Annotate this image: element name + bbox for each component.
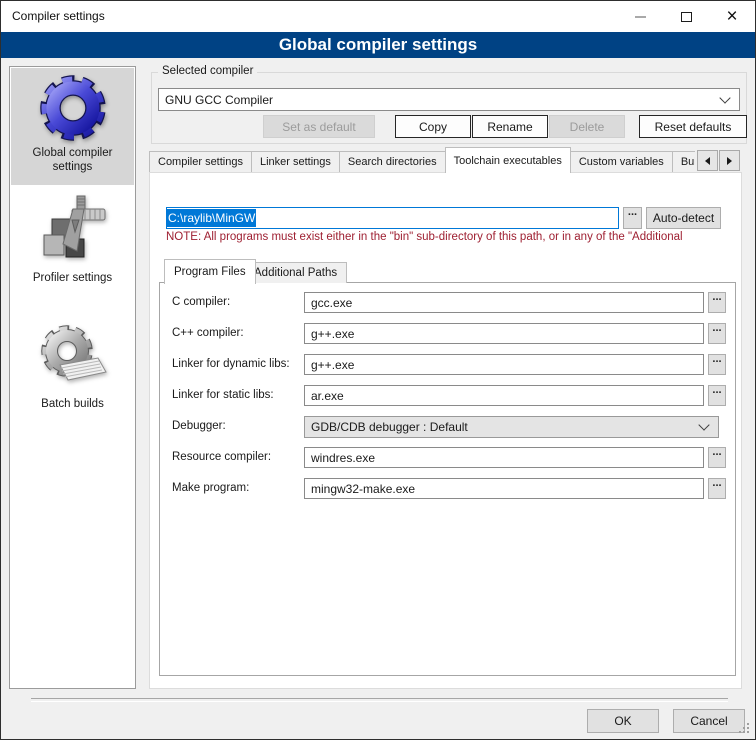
resource-compiler-label: Resource compiler:	[172, 447, 304, 468]
tab-linker-settings[interactable]: Linker settings	[251, 151, 340, 172]
dynamic-linker-input[interactable]	[304, 354, 704, 375]
sidebar-item-batch-builds[interactable]: Batch builds	[11, 315, 134, 427]
c-compiler-label: C compiler:	[172, 292, 304, 313]
settings-category-list: Global compiler settings Profiler settin…	[9, 66, 136, 689]
install-dir-input[interactable]: C:\raylib\MinGW	[166, 207, 619, 229]
close-icon: ×	[726, 7, 737, 26]
maximize-icon	[681, 12, 692, 22]
compiler-tabs: Compiler settings Linker settings Search…	[149, 147, 695, 173]
sidebar-item-profiler-settings[interactable]: Profiler settings	[11, 189, 134, 301]
tab-scroll-left-button[interactable]	[697, 150, 718, 171]
ok-button[interactable]: OK	[587, 709, 659, 733]
tab-compiler-settings[interactable]: Compiler settings	[149, 151, 252, 172]
make-program-label: Make program:	[172, 478, 304, 499]
cpp-compiler-browse-button[interactable]: ...	[708, 323, 726, 344]
dropdown-chevron-icon	[719, 92, 730, 103]
dynamic-linker-label: Linker for dynamic libs:	[172, 354, 304, 375]
c-compiler-browse-button[interactable]: ...	[708, 292, 726, 313]
minimize-button[interactable]	[617, 1, 663, 32]
footer-divider	[31, 698, 728, 702]
delete-button[interactable]: Delete	[549, 115, 625, 138]
debugger-label: Debugger:	[172, 416, 304, 437]
static-linker-input[interactable]	[304, 385, 704, 406]
tab-scroll-left-icon	[705, 157, 710, 165]
program-files-panel: C compiler: ... C++ compiler: ... Linker…	[159, 282, 736, 676]
static-linker-label: Linker for static libs:	[172, 385, 304, 406]
copy-button[interactable]: Copy	[395, 115, 471, 138]
selected-compiler-group-label: Selected compiler	[158, 65, 257, 77]
cancel-button[interactable]: Cancel	[673, 709, 745, 733]
minimize-icon	[635, 16, 646, 18]
sidebar-item-label: Profiler settings	[11, 271, 134, 285]
gear-gray-stack-icon	[36, 319, 110, 395]
window-controls: ×	[617, 1, 755, 32]
debugger-value: GDB/CDB debugger : Default	[305, 420, 700, 434]
make-program-input[interactable]	[304, 478, 704, 499]
static-linker-browse-button[interactable]: ...	[708, 385, 726, 406]
titlebar: Compiler settings ×	[1, 1, 755, 32]
maximize-button[interactable]	[663, 1, 709, 32]
subtab-additional-paths[interactable]: Additional Paths	[244, 262, 347, 283]
selected-compiler-value: GNU GCC Compiler	[159, 93, 721, 107]
selected-compiler-combobox[interactable]: GNU GCC Compiler	[158, 88, 740, 111]
gear-blue-icon	[37, 72, 109, 144]
sidebar-item-global-compiler-settings[interactable]: Global compiler settings	[11, 68, 134, 185]
sidebar-item-label: Global compiler settings	[11, 146, 134, 174]
rename-button[interactable]: Rename	[472, 115, 548, 138]
dialog-header: Global compiler settings	[1, 32, 755, 58]
debugger-combobox[interactable]: GDB/CDB debugger : Default	[304, 416, 719, 438]
resize-grip-dots	[747, 723, 749, 725]
c-compiler-input[interactable]	[304, 292, 704, 313]
compiler-settings-window: Compiler settings × Global compiler sett…	[0, 0, 756, 740]
resource-compiler-browse-button[interactable]: ...	[708, 447, 726, 468]
dialog-header-title: Global compiler settings	[279, 35, 477, 55]
resize-grip[interactable]	[739, 723, 751, 735]
dropdown-chevron-icon	[698, 419, 709, 430]
cpp-compiler-input[interactable]	[304, 323, 704, 344]
auto-detect-button[interactable]: Auto-detect	[646, 207, 721, 229]
tab-scroll-right-icon	[727, 157, 732, 165]
subtab-program-files[interactable]: Program Files	[164, 259, 256, 284]
tab-build-options[interactable]: Build options	[672, 151, 695, 172]
install-dir-browse-button[interactable]: ...	[623, 207, 642, 229]
close-button[interactable]: ×	[709, 1, 755, 32]
tab-custom-variables[interactable]: Custom variables	[570, 151, 673, 172]
sidebar-item-label: Batch builds	[11, 397, 134, 411]
reset-defaults-button[interactable]: Reset defaults	[639, 115, 747, 138]
dynamic-linker-browse-button[interactable]: ...	[708, 354, 726, 375]
tab-scroll-right-button[interactable]	[719, 150, 740, 171]
install-dir-note: NOTE: All programs must exist either in …	[166, 231, 729, 243]
cpp-compiler-label: C++ compiler:	[172, 323, 304, 344]
set-as-default-button[interactable]: Set as default	[263, 115, 375, 138]
window-title: Compiler settings	[12, 9, 105, 23]
make-program-browse-button[interactable]: ...	[708, 478, 726, 499]
tab-toolchain-executables[interactable]: Toolchain executables	[445, 147, 571, 173]
caliper-icon	[36, 193, 110, 269]
tab-search-directories[interactable]: Search directories	[339, 151, 446, 172]
install-dir-selected-text: C:\raylib\MinGW	[167, 209, 256, 227]
resource-compiler-input[interactable]	[304, 447, 704, 468]
